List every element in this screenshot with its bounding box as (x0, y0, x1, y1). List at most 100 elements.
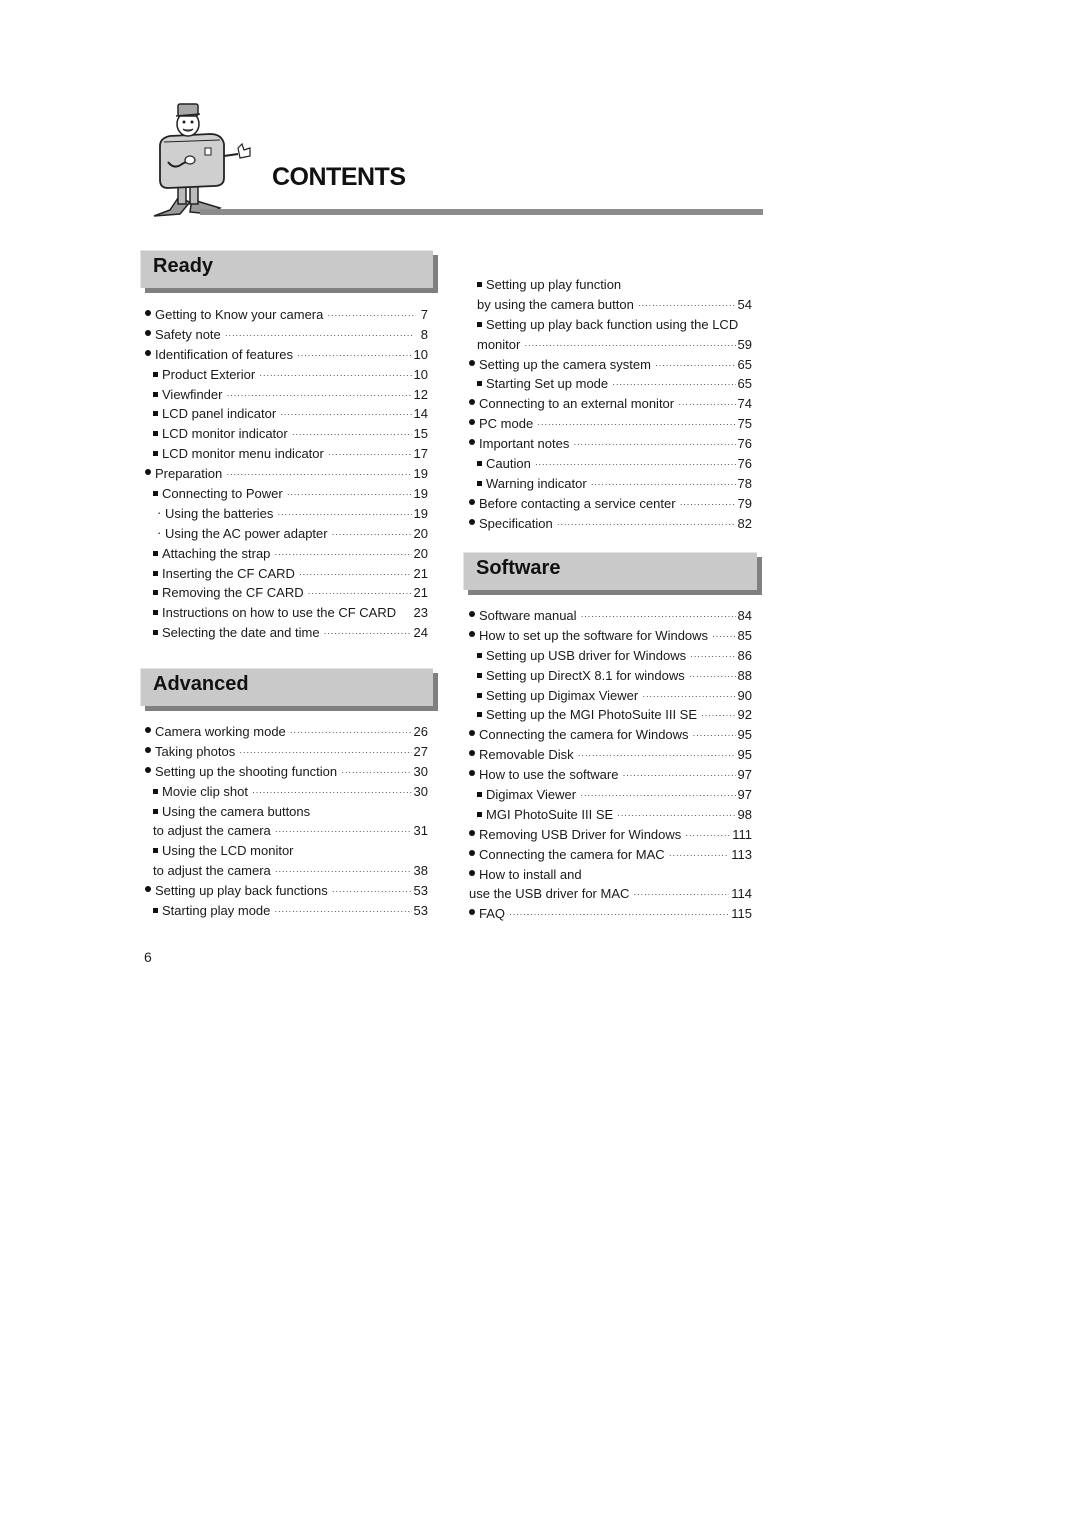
toc-entry[interactable]: LCD panel indicator 14 (145, 404, 428, 424)
page-title: CONTENTS (272, 163, 406, 191)
title-divider (200, 209, 763, 215)
toc-entry[interactable]: PC mode 75 (469, 414, 752, 434)
toc-entry[interactable]: Setting up Digimax Viewer 90 (469, 686, 752, 706)
toc-entry-title: How to install and (479, 866, 582, 882)
toc-entry[interactable]: Important notes 76 (469, 434, 752, 454)
toc-entry[interactable]: Warning indicator 78 (469, 474, 752, 494)
toc-entry-page: 27 (413, 743, 428, 759)
toc-entry-title: Inserting the CF CARD (162, 565, 295, 581)
toc-entry[interactable]: Starting Set up mode 65 (469, 374, 752, 394)
toc-entry-page: 23 (413, 605, 428, 621)
toc-entry[interactable]: Using the camera buttons (145, 802, 428, 822)
toc-entry-title: Setting up DirectX 8.1 for windows (486, 667, 685, 683)
toc-entry-page: 19 (413, 466, 428, 482)
toc-entry[interactable]: Setting up play back function using the … (469, 315, 752, 335)
toc-entry[interactable]: Removable Disk 95 (469, 745, 752, 765)
toc-entry[interactable]: Digimax Viewer 97 (469, 785, 752, 805)
toc-entry[interactable]: Setting up play function (469, 275, 752, 295)
toc-entry-page: 75 (737, 416, 752, 432)
toc-entry-title: Using the LCD monitor (162, 843, 294, 859)
toc-entry[interactable]: Selecting the date and time 24 (145, 623, 428, 643)
toc-entry[interactable]: Getting to Know your camera 7 (145, 305, 428, 325)
toc-entry[interactable]: Setting up the MGI PhotoSuite III SE 92 (469, 705, 752, 725)
toc-entry[interactable]: Safety note 8 (145, 325, 428, 345)
toc-entry[interactable]: Setting up play back functions 53 (145, 881, 428, 901)
toc-entry[interactable]: to adjust the camera 31 (145, 821, 428, 841)
toc-entry[interactable]: Preparation 19 (145, 464, 428, 484)
toc-entry[interactable]: Setting up the shooting function 30 (145, 762, 428, 782)
toc-entry[interactable]: Instructions on how to use the CF CARD 23 (145, 603, 428, 623)
toc-entry[interactable]: How to set up the software for Windows 85 (469, 626, 752, 646)
toc-entry[interactable]: Caution 76 (469, 454, 752, 474)
toc-entry-title: Removing the CF CARD (162, 585, 304, 601)
toc-entry[interactable]: Attaching the strap 20 (145, 544, 428, 564)
section-title: Ready (153, 255, 214, 277)
toc-entry[interactable]: How to install and (469, 865, 752, 885)
dot-leader (591, 475, 736, 495)
toc-entry-page: 98 (737, 806, 752, 822)
toc-entry[interactable]: How to use the software 97 (469, 765, 752, 785)
toc-entry-page: 10 (413, 366, 428, 382)
toc-entry[interactable]: Before contacting a service center 79 (469, 494, 752, 514)
dot-leader (638, 296, 736, 316)
toc-entry[interactable]: Inserting the CF CARD 21 (145, 564, 428, 584)
toc-entry[interactable]: Using the AC power adapter 20 (145, 523, 428, 544)
toc-entry[interactable]: Connecting to Power 19 (145, 484, 428, 504)
toc-entry-title: Connecting to Power (162, 486, 283, 502)
toc-entry-title: monitor (477, 336, 521, 352)
toc-entry[interactable]: Setting up the camera system 65 (469, 355, 752, 375)
toc-entry[interactable]: Connecting to an external monitor 74 (469, 394, 752, 414)
dot-leader (557, 515, 736, 535)
toc-entry-page: 76 (737, 436, 752, 452)
toc-entry[interactable]: LCD monitor indicator 15 (145, 424, 428, 444)
toc-entry[interactable]: Setting up DirectX 8.1 for windows 88 (469, 666, 752, 686)
toc-entry-page: 12 (413, 386, 428, 402)
toc-entry[interactable]: LCD monitor menu indicator 17 (145, 444, 428, 464)
toc-entry[interactable]: use the USB driver for MAC 114 (469, 884, 752, 904)
dot-leader (701, 706, 736, 726)
toc-entry-title: Setting up the shooting function (155, 763, 338, 779)
toc-entry[interactable]: Identification of features 10 (145, 345, 428, 365)
toc-entry[interactable]: MGI PhotoSuite III SE 98 (469, 805, 752, 825)
toc-entry[interactable]: Software manual 84 (469, 606, 752, 626)
toc-entry[interactable]: Connecting the camera for MAC 113 (469, 845, 752, 865)
dot-leader (693, 726, 736, 746)
dot-leader (509, 905, 729, 925)
dot-leader (275, 862, 412, 882)
toc-entry-page: 74 (737, 396, 752, 412)
toc-entry-title: Before contacting a service center (479, 495, 676, 511)
toc-entry[interactable]: Using the batteries 19 (145, 503, 428, 524)
toc-entry-page: 30 (413, 783, 428, 799)
toc-entry[interactable]: monitor 59 (469, 335, 752, 355)
toc-entry[interactable]: Taking photos 27 (145, 742, 428, 762)
section-header-advanced: Advanced (140, 668, 438, 711)
dot-leader (537, 415, 735, 435)
toc-entry[interactable]: to adjust the camera 38 (145, 861, 428, 881)
toc-entry[interactable]: Connecting the camera for Windows 95 (469, 725, 752, 745)
toc-entry-title: Safety note (155, 326, 221, 342)
toc-entry[interactable]: Movie clip shot 30 (145, 782, 428, 802)
toc-entry-page: 114 (731, 886, 752, 902)
toc-entry[interactable]: Setting up USB driver for Windows 86 (469, 646, 752, 666)
dot-leader (524, 336, 735, 356)
dot-leader (297, 346, 412, 366)
dot-leader (712, 627, 735, 647)
dot-leader (612, 375, 735, 395)
toc-entry[interactable]: Removing the CF CARD 21 (145, 583, 428, 603)
toc-entry-page: 20 (413, 545, 428, 561)
toc-entry[interactable]: Starting play mode 53 (145, 901, 428, 921)
toc-entry[interactable]: FAQ 115 (469, 904, 752, 924)
toc-entry[interactable]: Viewfinder 12 (145, 385, 428, 405)
toc-entry-page: 30 (413, 763, 428, 779)
toc-entry-page: 82 (737, 515, 752, 531)
toc-entry-page: 111 (732, 826, 752, 842)
dot-leader (341, 763, 411, 783)
toc-entry[interactable]: Specification 82 (469, 514, 752, 534)
toc-entry[interactable]: Removing USB Driver for Windows 111 (469, 825, 752, 845)
toc-entry[interactable]: Camera working mode 26 (145, 722, 428, 742)
toc-entry[interactable]: by using the camera button 54 (469, 295, 752, 315)
toc-entry[interactable]: Product Exterior 10 (145, 365, 428, 385)
toc-entry-page: 19 (413, 486, 428, 502)
toc-entry-title: Using the camera buttons (162, 803, 311, 819)
toc-entry[interactable]: Using the LCD monitor (145, 841, 428, 861)
